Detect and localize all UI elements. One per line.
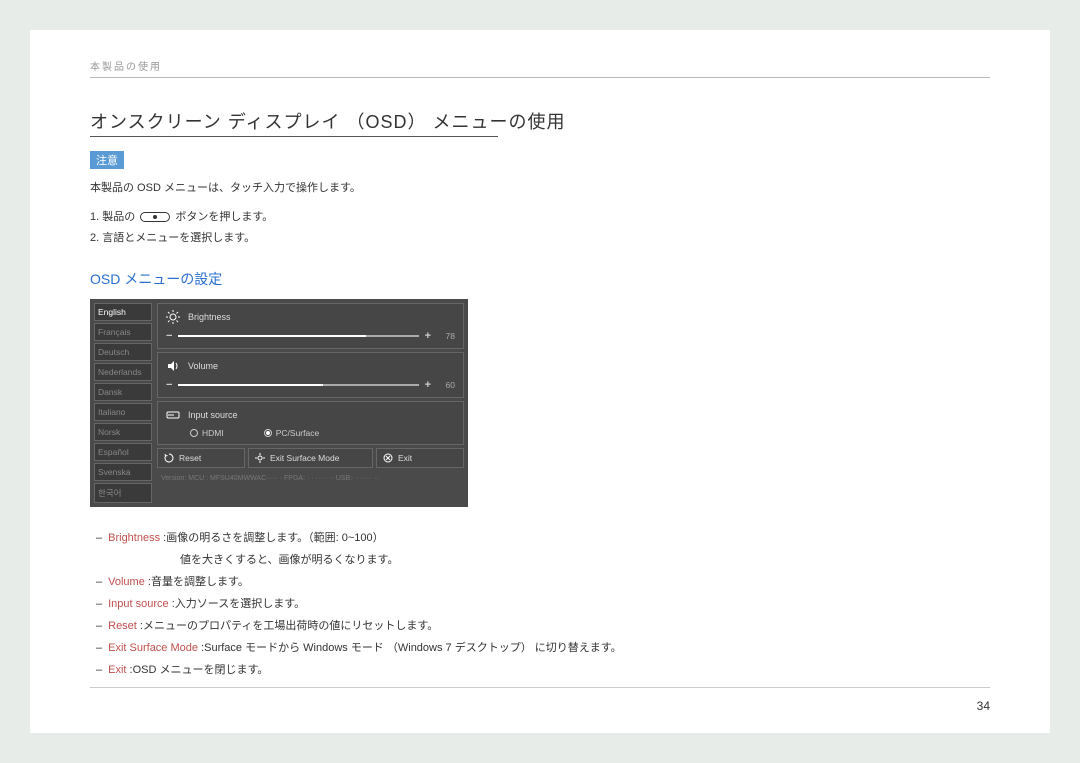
input-source-icon: [166, 408, 180, 422]
divider-top: [90, 77, 990, 78]
brightness-label: Brightness: [188, 312, 231, 322]
version-text: Version: MCU : MFSU40MWWAC····· · FPGA: …: [157, 473, 464, 484]
volume-slider[interactable]: − + 60: [166, 379, 455, 391]
lang-espanol[interactable]: Español: [94, 443, 152, 461]
power-button-icon: [140, 212, 170, 222]
lang-deutsch[interactable]: Deutsch: [94, 343, 152, 361]
radio-icon: [190, 429, 198, 437]
input-pcsurface-label: PC/Surface: [276, 428, 319, 438]
steps: 1. 製品の ボタンを押します。 2. 言語とメニューを選択します。: [90, 207, 990, 249]
document-page: 本製品の使用 オンスクリーン ディスプレイ （OSD） メニューの使用 注意 本…: [30, 30, 1050, 733]
brightness-panel: Brightness − + 78: [157, 303, 464, 349]
exit-surface-button[interactable]: Exit Surface Mode: [248, 448, 373, 468]
osd-panel: English Français Deutsch Nederlands Dans…: [90, 299, 468, 507]
volume-panel: Volume − + 60: [157, 352, 464, 398]
radio-icon: [264, 429, 272, 437]
input-pcsurface-option[interactable]: PC/Surface: [264, 428, 319, 438]
intro-text: 本製品の OSD メニューは、タッチ入力で操作します。: [90, 179, 990, 195]
desc-input-source: ‒Input source :入力ソースを選択します。: [96, 593, 990, 615]
osd-settings-heading: OSD メニューの設定: [90, 269, 990, 289]
reset-label: Reset: [179, 453, 201, 463]
brightness-slider[interactable]: − + 78: [166, 330, 455, 342]
input-source-label: Input source: [188, 410, 238, 420]
plus-icon[interactable]: +: [425, 330, 431, 342]
volume-icon: [166, 359, 180, 373]
notice-badge: 注意: [90, 151, 124, 169]
brightness-value: 78: [437, 331, 455, 341]
exit-button[interactable]: Exit: [376, 448, 464, 468]
divider-bottom: [90, 687, 990, 688]
desc-exit: ‒Exit :OSD メニューを閉じます。: [96, 659, 990, 681]
input-source-panel: Input source HDMI PC/Surface: [157, 401, 464, 445]
lang-english[interactable]: English: [94, 303, 152, 321]
desc-brightness: ‒Brightness :画像の明るさを調整します。（範囲: 0~100） 値を…: [96, 527, 990, 571]
description-list: ‒Brightness :画像の明るさを調整します。（範囲: 0~100） 値を…: [90, 527, 990, 681]
exit-surface-label: Exit Surface Mode: [270, 453, 339, 463]
desc-reset: ‒Reset :メニューのプロパティを工場出荷時の値にリセットします。: [96, 615, 990, 637]
desc-exit-surface: ‒Exit Surface Mode :Surface モードから Window…: [96, 637, 990, 659]
reset-button[interactable]: Reset: [157, 448, 245, 468]
step-1-a: 1. 製品の: [90, 211, 138, 223]
close-icon: [383, 453, 393, 463]
lang-dansk[interactable]: Dansk: [94, 383, 152, 401]
step-1: 1. 製品の ボタンを押します。: [90, 207, 990, 228]
input-hdmi-option[interactable]: HDMI: [190, 428, 224, 438]
reset-icon: [164, 453, 174, 463]
volume-label: Volume: [188, 361, 218, 371]
lang-norsk[interactable]: Norsk: [94, 423, 152, 441]
brightness-icon: [166, 310, 180, 324]
plus-icon[interactable]: +: [425, 379, 431, 391]
step-2: 2. 言語とメニューを選択します。: [90, 228, 990, 249]
step-1-b: ボタンを押します。: [175, 211, 273, 223]
input-hdmi-label: HDMI: [202, 428, 224, 438]
lang-italiano[interactable]: Italiano: [94, 403, 152, 421]
desc-volume: ‒Volume :音量を調整します。: [96, 571, 990, 593]
gear-icon: [255, 453, 265, 463]
lang-korean[interactable]: 한국어: [94, 483, 152, 503]
minus-icon[interactable]: −: [166, 379, 172, 391]
brightness-fill: [178, 335, 365, 337]
exit-label: Exit: [398, 453, 412, 463]
breadcrumb: 本製品の使用: [90, 58, 990, 73]
lang-francais[interactable]: Français: [94, 323, 152, 341]
volume-value: 60: [437, 380, 455, 390]
minus-icon[interactable]: −: [166, 330, 172, 342]
language-list: English Français Deutsch Nederlands Dans…: [94, 303, 152, 503]
volume-fill: [178, 384, 322, 386]
page-title: オンスクリーン ディスプレイ （OSD） メニューの使用: [90, 108, 990, 136]
lang-svenska[interactable]: Svenska: [94, 463, 152, 481]
lang-nederlands[interactable]: Nederlands: [94, 363, 152, 381]
page-number: 34: [977, 699, 990, 713]
title-underline: [90, 136, 498, 137]
